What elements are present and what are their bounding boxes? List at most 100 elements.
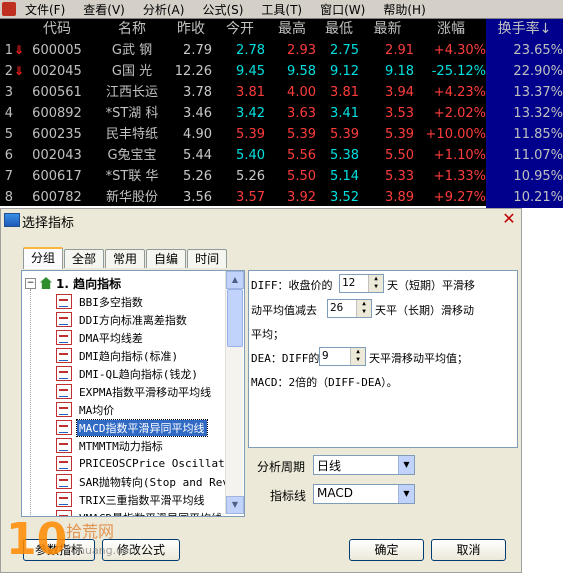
- collapse-icon[interactable]: −: [25, 277, 36, 289]
- dea-stepper[interactable]: 9 ▲ ▼: [319, 347, 366, 366]
- cancel-button[interactable]: 取消: [431, 539, 506, 561]
- high-price: 4.00: [287, 85, 316, 100]
- tree-item[interactable]: VMACD量指数平滑异同平均线: [56, 509, 224, 516]
- menu-analysis[interactable]: 分析(A): [134, 1, 194, 18]
- table-row[interactable]: 2 ⇓ 002045 G国 光 12.26 9.45 9.58 9.12 9.18 -25.12%…: [0, 61, 563, 82]
- tree-item[interactable]: BBI多空指数: [56, 293, 145, 310]
- diff-long-stepper[interactable]: 26 ▲ ▼: [327, 299, 372, 318]
- tree-item[interactable]: DMI-QL趋向指标(钱龙): [56, 365, 200, 382]
- tab-all[interactable]: 全部: [64, 249, 105, 268]
- indicator-line-value: MACD: [317, 486, 353, 500]
- tree-item[interactable]: PRICEOSCPrice Oscillator: [56, 455, 240, 472]
- scroll-down-icon[interactable]: ▼: [226, 496, 244, 514]
- tree-item[interactable]: SAR抛物转向(Stop and Rev: [56, 473, 231, 490]
- last-price: 3.89: [385, 190, 414, 205]
- header-open[interactable]: 今开: [215, 19, 265, 40]
- chevron-down-icon[interactable]: ▼: [398, 456, 414, 474]
- tree-item[interactable]: MACD指数平滑异同平均线: [56, 418, 208, 437]
- dialog-titlebar[interactable]: 选择指标 ✕: [1, 209, 521, 231]
- diff-short-value[interactable]: 12: [342, 276, 355, 289]
- indicator-line-select[interactable]: MACD ▼: [313, 484, 415, 504]
- tab-group[interactable]: 分组: [23, 247, 64, 269]
- table-row[interactable]: 4 600892 *ST湖 科 3.46 3.42 3.63 3.41 3.53 +2.02% 1…: [0, 103, 563, 124]
- table-row[interactable]: 1 ⇓ 600005 G武 钢 2.79 2.78 2.93 2.75 2.91 +4.30% 23…: [0, 40, 563, 61]
- table-row[interactable]: 8 600782 新华股份 3.56 3.57 3.92 3.52 3.89 +9.27% 10.…: [0, 187, 563, 208]
- menu-formula[interactable]: 公式(S): [193, 1, 252, 18]
- menu-tools[interactable]: 工具(T): [252, 1, 311, 18]
- header-turnover[interactable]: 换手率↓: [486, 19, 563, 40]
- header-code[interactable]: 代码: [22, 19, 92, 40]
- scroll-thumb[interactable]: [227, 289, 243, 347]
- tab-custom[interactable]: 自编: [146, 249, 187, 268]
- ok-button[interactable]: 确定: [349, 539, 424, 561]
- tab-time[interactable]: 时间: [187, 249, 228, 268]
- stock-code: 002043: [32, 148, 82, 163]
- tree-root-label: 1. 趋向指标: [56, 276, 122, 291]
- formula-description: DIFF：收盘价的 12 ▲ ▼ 天（短期）平滑移 动平均值减去 26 ▲ ▼ 天平…: [248, 270, 518, 448]
- tab-common[interactable]: 常用: [105, 249, 146, 268]
- stepper-arrows-icon[interactable]: ▲ ▼: [356, 300, 371, 317]
- indicator-tree[interactable]: − 1. 趋向指标 BBI多空指数 DDI方向标准离差指数 DMA平均线差 DMI趋向…: [21, 270, 245, 517]
- close-icon[interactable]: ✕: [501, 211, 517, 227]
- indicator-chart-icon: [56, 438, 72, 453]
- turnover-rate: 23.65%: [486, 40, 563, 61]
- stepper-arrows-icon[interactable]: ▲ ▼: [350, 348, 365, 365]
- tree-item-label: MACD指数平滑异同平均线: [76, 418, 208, 437]
- header-change[interactable]: 涨幅: [416, 19, 486, 40]
- indicator-chart-icon: [56, 348, 72, 363]
- row-index: 7: [4, 169, 13, 184]
- table-row[interactable]: 6 002043 G兔宝宝 5.44 5.40 5.56 5.38 5.50 +1.10% 11.…: [0, 145, 563, 166]
- row-index: 5: [4, 127, 13, 142]
- high-price: 3.92: [287, 190, 316, 205]
- header-last[interactable]: 最新: [361, 19, 414, 40]
- prev-close: 3.56: [183, 190, 212, 205]
- table-row[interactable]: 7 600617 *ST联 华 5.26 5.26 5.50 5.14 5.33 +1.33% 1…: [0, 166, 563, 187]
- modify-formula-button[interactable]: 修改公式: [102, 539, 180, 561]
- scroll-up-icon[interactable]: ▲: [226, 271, 244, 289]
- tree-item[interactable]: MA均价: [56, 401, 116, 418]
- menu-file[interactable]: 文件(F): [16, 1, 74, 18]
- tree-item-label: EXPMA指数平滑移动平均线: [79, 385, 212, 399]
- tree-scrollbar[interactable]: ▲ ▼: [225, 271, 244, 514]
- tree-item[interactable]: TRIX三重指数平滑平均线: [56, 491, 207, 508]
- diff-long-value[interactable]: 26: [330, 301, 343, 314]
- tree-item[interactable]: MTMMTM动力指标: [56, 437, 165, 454]
- header-high[interactable]: 最高: [268, 19, 316, 40]
- stock-code: 600782: [32, 190, 82, 205]
- period-select[interactable]: 日线 ▼: [313, 455, 415, 475]
- param-indicator-button[interactable]: 参数指标: [23, 539, 95, 561]
- quotes-header-row: 代码 名称 昨收 今开 最高 最低 最新 涨幅 换手率↓: [0, 19, 563, 40]
- diff-short-stepper[interactable]: 12 ▲ ▼: [339, 274, 384, 293]
- tree-item[interactable]: DMI趋向指标(标准): [56, 347, 180, 364]
- prev-close: 4.90: [183, 127, 212, 142]
- tree-item[interactable]: DMA平均线差: [56, 329, 145, 346]
- row-index: 2: [4, 64, 13, 79]
- last-price: 3.53: [385, 106, 414, 121]
- stock-name: *ST联 华: [105, 169, 159, 184]
- chevron-down-icon[interactable]: ▼: [398, 485, 414, 503]
- high-price: 5.39: [287, 127, 316, 142]
- turnover-rate: 10.95%: [486, 166, 563, 187]
- stepper-arrows-icon[interactable]: ▲ ▼: [368, 275, 383, 292]
- tree-guide-line: [30, 289, 31, 516]
- header-low[interactable]: 最低: [319, 19, 359, 40]
- header-name[interactable]: 名称: [95, 19, 169, 40]
- turnover-rate: 22.90%: [486, 61, 563, 82]
- menu-window[interactable]: 窗口(W): [311, 1, 374, 18]
- stock-code: 002045: [32, 64, 82, 79]
- tree-root-trend[interactable]: − 1. 趋向指标: [25, 275, 121, 291]
- row-index: 8: [4, 190, 13, 205]
- table-row[interactable]: 3 600561 江西长运 3.78 3.81 4.00 3.81 3.94 +4.23% 13.…: [0, 82, 563, 103]
- menu-view[interactable]: 查看(V): [74, 1, 134, 18]
- table-row[interactable]: 5 600235 民丰特纸 4.90 5.39 5.39 5.39 5.39 +10.00% 11…: [0, 124, 563, 145]
- param-text-diff-b: 天（短期）平滑移: [387, 279, 475, 292]
- menu-help[interactable]: 帮助(H): [374, 1, 434, 18]
- last-price: 3.94: [385, 85, 414, 100]
- folder-home-icon: [40, 277, 52, 289]
- tree-item[interactable]: EXPMA指数平滑移动平均线: [56, 383, 213, 400]
- tree-item-label: TRIX三重指数平滑平均线: [79, 493, 205, 507]
- tree-item[interactable]: DDI方向标准离差指数: [56, 311, 189, 328]
- dea-value[interactable]: 9: [322, 349, 329, 362]
- header-prev-close[interactable]: 昨收: [170, 19, 212, 40]
- stock-name: G国 光: [111, 64, 153, 79]
